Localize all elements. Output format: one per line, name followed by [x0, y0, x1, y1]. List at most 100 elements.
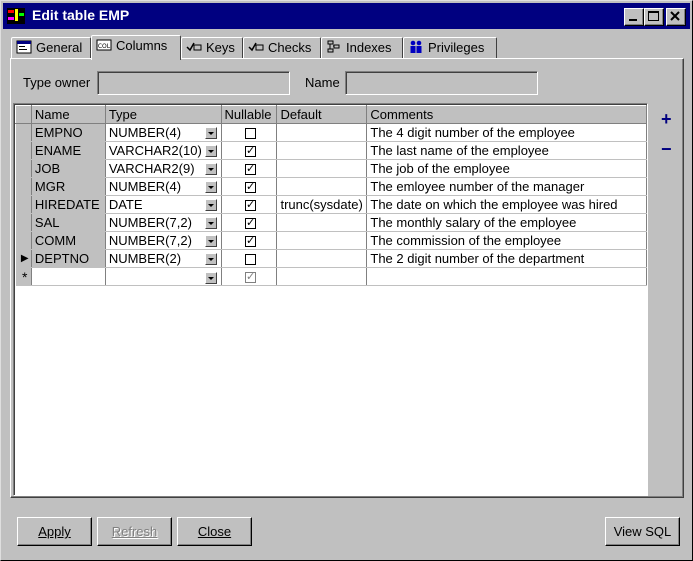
column-name-cell[interactable]: HIREDATE [31, 195, 106, 214]
tab-indexes[interactable]: Indexes [321, 37, 403, 59]
default-cell[interactable]: trunc(sysdate) [276, 195, 368, 214]
tab-general[interactable]: General [11, 37, 91, 59]
row-selector[interactable] [15, 195, 32, 214]
column-type-cell[interactable]: NUMBER(4) [105, 177, 222, 196]
column-name-cell[interactable]: DEPTNO [31, 249, 106, 268]
table-row[interactable]: HIREDATE DATE ✓ trunc(sysdate) The date on w… [15, 195, 647, 214]
row-selector[interactable] [15, 123, 32, 142]
refresh-button[interactable]: Refresh [97, 517, 172, 546]
comments-cell[interactable]: The commission of the employee [366, 231, 647, 250]
default-cell[interactable] [276, 123, 368, 142]
new-default-cell[interactable] [276, 267, 368, 286]
table-row[interactable]: MGR NUMBER(4) ✓ The emloyee number of the m… [15, 177, 647, 196]
refresh-button-label: Refresh [111, 524, 158, 539]
type-dropdown-icon[interactable] [204, 181, 217, 193]
comments-cell[interactable]: The emloyee number of the manager [366, 177, 647, 196]
type-dropdown-icon[interactable] [204, 163, 217, 175]
nullable-checkbox[interactable]: ✓ [244, 271, 256, 283]
column-name-cell[interactable]: EMPNO [31, 123, 106, 142]
new-name-cell[interactable] [31, 267, 106, 286]
nullable-cell: ✓ [221, 231, 278, 250]
type-dropdown-icon[interactable] [204, 145, 217, 157]
table-row[interactable]: COMM NUMBER(7,2) ✓ The commission of the em… [15, 231, 647, 250]
row-selector[interactable] [15, 159, 32, 178]
type-dropdown-icon[interactable] [204, 271, 217, 284]
title-bar[interactable]: Edit table EMP [3, 3, 690, 29]
column-type-cell[interactable]: DATE [105, 195, 222, 214]
name-field[interactable] [345, 71, 538, 95]
nullable-checkbox[interactable]: ✓ [244, 145, 256, 157]
tab-checks[interactable]: Checks [243, 37, 321, 59]
comments-cell[interactable]: The last name of the employee [366, 141, 647, 160]
new-type-cell[interactable] [105, 267, 222, 286]
comments-cell[interactable]: The date on which the employee was hired [366, 195, 647, 214]
column-name-cell[interactable]: ENAME [31, 141, 106, 160]
column-name-cell[interactable]: JOB [31, 159, 106, 178]
add-column-button[interactable]: + [661, 110, 672, 128]
type-dropdown-icon[interactable] [204, 127, 217, 139]
new-comments-cell[interactable] [366, 267, 647, 286]
type-dropdown-icon[interactable] [204, 217, 217, 229]
header-type[interactable]: Type [104, 105, 222, 124]
nullable-checkbox[interactable]: ✓ [244, 199, 256, 211]
minimize-button[interactable] [624, 8, 644, 26]
column-name-cell[interactable]: SAL [31, 213, 106, 232]
row-selector[interactable] [15, 213, 32, 232]
column-type-value: NUMBER(7,2) [108, 233, 192, 248]
column-name-cell[interactable]: COMM [31, 231, 106, 250]
column-type-value: NUMBER(4) [108, 125, 182, 140]
type-dropdown-icon[interactable] [204, 253, 217, 265]
default-cell[interactable] [276, 177, 368, 196]
default-cell[interactable] [276, 141, 368, 160]
comments-cell[interactable]: The 2 digit number of the department [366, 249, 647, 268]
comments-cell[interactable]: The monthly salary of the employee [366, 213, 647, 232]
table-row[interactable]: ▶ DEPTNO NUMBER(2) The 2 digit number of th… [15, 249, 647, 268]
view-sql-button[interactable]: View SQL [605, 517, 680, 546]
remove-column-button[interactable]: − [661, 140, 672, 158]
nullable-checkbox[interactable]: ✓ [244, 181, 256, 193]
close-window-button[interactable] [666, 8, 686, 26]
type-owner-field[interactable] [97, 71, 290, 95]
column-type-cell[interactable]: NUMBER(7,2) [105, 213, 222, 232]
row-selector[interactable] [15, 177, 32, 196]
tab-columns[interactable]: COL Columns [91, 35, 181, 60]
nullable-checkbox[interactable]: ✓ [244, 217, 256, 229]
default-cell[interactable] [276, 249, 368, 268]
nullable-checkbox[interactable] [244, 127, 256, 139]
nullable-checkbox[interactable] [244, 253, 256, 265]
row-selector[interactable] [15, 231, 32, 250]
table-row[interactable]: JOB VARCHAR2(9) ✓ The job of the employee [15, 159, 647, 178]
column-type-cell[interactable]: NUMBER(2) [105, 249, 222, 268]
tab-keys[interactable]: Keys [181, 37, 243, 59]
header-default[interactable]: Default [276, 105, 368, 124]
column-type-cell[interactable]: VARCHAR2(9) [105, 159, 222, 178]
nullable-checkbox[interactable]: ✓ [244, 163, 256, 175]
comments-cell[interactable]: The job of the employee [366, 159, 647, 178]
apply-button[interactable]: Apply [17, 517, 92, 546]
table-row[interactable]: SAL NUMBER(7,2) ✓ The monthly salary of the… [15, 213, 647, 232]
row-selector[interactable]: ▶ [15, 249, 32, 268]
default-cell[interactable] [276, 231, 368, 250]
row-selector[interactable] [15, 141, 32, 160]
type-dropdown-icon[interactable] [204, 235, 217, 247]
table-row[interactable]: EMPNO NUMBER(4) The 4 digit number of the … [15, 123, 647, 142]
type-dropdown-icon[interactable] [204, 199, 217, 211]
nullable-cell: ✓ [221, 159, 278, 178]
close-button[interactable]: Close [177, 517, 252, 546]
default-cell[interactable] [276, 213, 368, 232]
header-nullable[interactable]: Nullable [220, 105, 278, 124]
tab-privileges[interactable]: Privileges [403, 37, 497, 59]
columns-grid[interactable]: Name Type Nullable Default Comments EMPN… [13, 103, 648, 496]
column-type-cell[interactable]: VARCHAR2(10) [105, 141, 222, 160]
new-row[interactable]: * ✓ [15, 267, 647, 286]
header-name[interactable]: Name [30, 105, 106, 124]
column-type-cell[interactable]: NUMBER(7,2) [105, 231, 222, 250]
maximize-button[interactable] [644, 8, 664, 26]
nullable-checkbox[interactable]: ✓ [244, 235, 256, 247]
comments-cell[interactable]: The 4 digit number of the employee [366, 123, 647, 142]
column-type-cell[interactable]: NUMBER(4) [105, 123, 222, 142]
default-cell[interactable] [276, 159, 368, 178]
column-name-cell[interactable]: MGR [31, 177, 106, 196]
table-row[interactable]: ENAME VARCHAR2(10) ✓ The last name of the e… [15, 141, 647, 160]
header-comments[interactable]: Comments [366, 105, 647, 124]
